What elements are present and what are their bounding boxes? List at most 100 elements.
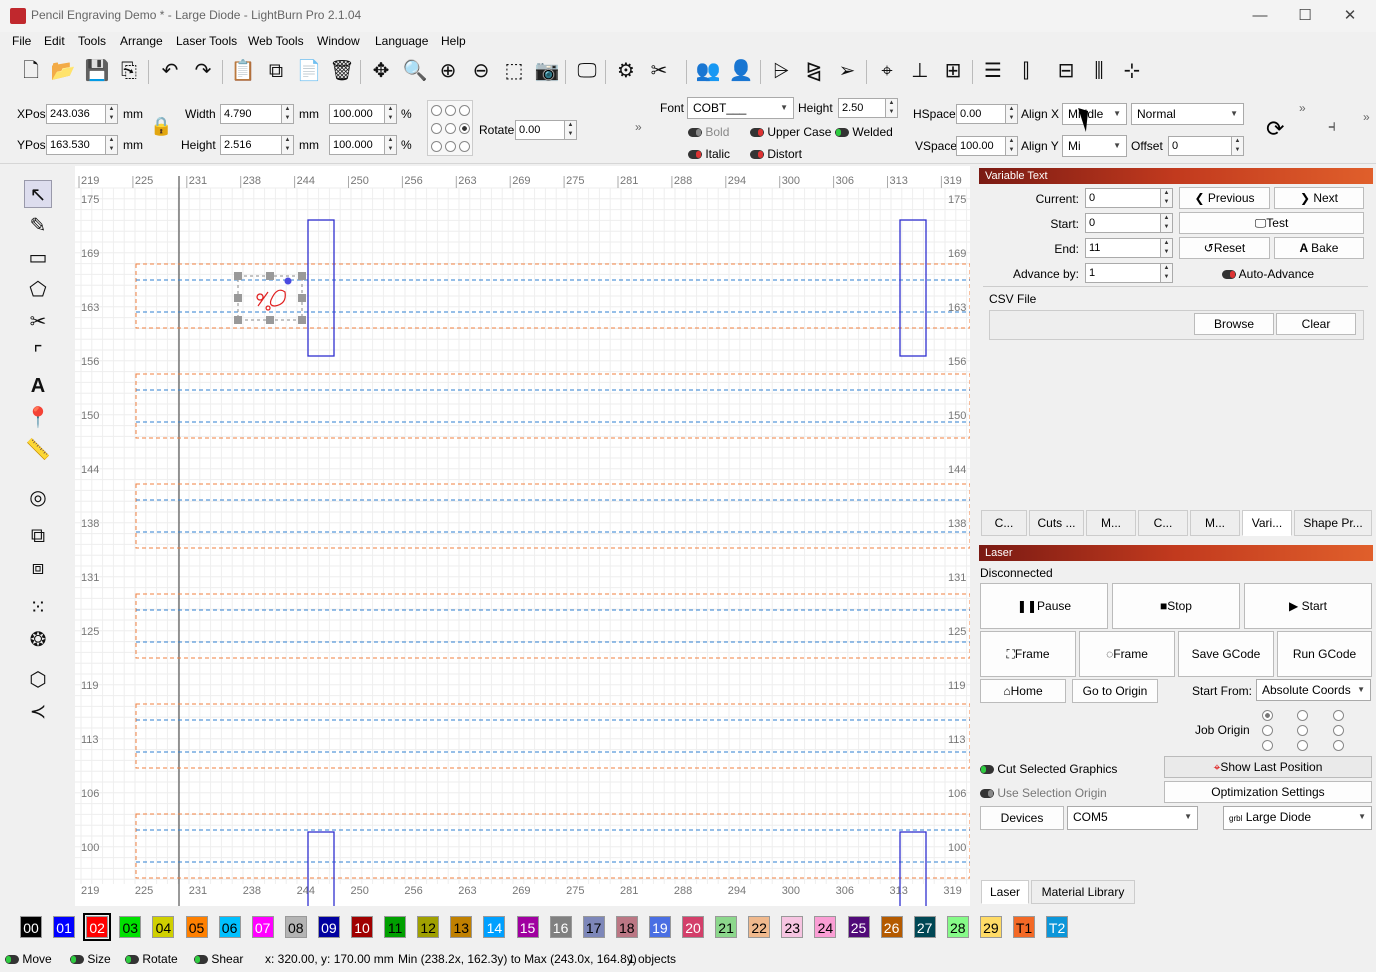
align-v-icon[interactable]: ☰ bbox=[980, 58, 1006, 84]
delete-icon[interactable]: 🗑 bbox=[329, 58, 355, 84]
use-selection-origin-switch[interactable] bbox=[980, 789, 994, 799]
cut-tool-icon[interactable]: ✂ bbox=[24, 308, 52, 336]
tab-laser[interactable]: Laser bbox=[981, 880, 1029, 904]
job-origin-radio[interactable] bbox=[1333, 710, 1344, 721]
italic-switch[interactable] bbox=[688, 150, 702, 160]
rotate-refresh-icon[interactable]: ⟳ bbox=[1266, 116, 1284, 142]
current-input[interactable]: 0 bbox=[1085, 188, 1161, 208]
palette-swatch-12[interactable]: 12 bbox=[417, 916, 440, 938]
advance-spinner[interactable]: ▲ ▼ bbox=[1161, 263, 1173, 283]
current-spinner[interactable]: ▲ ▼ bbox=[1161, 188, 1173, 208]
palette-swatch-18[interactable]: 18 bbox=[615, 916, 638, 938]
size-toggle[interactable]: Size bbox=[70, 952, 111, 966]
menu-tools[interactable]: Tools bbox=[78, 34, 106, 48]
palette-swatch-25[interactable]: 25 bbox=[847, 916, 870, 938]
origin-radio[interactable] bbox=[431, 141, 442, 152]
height-percent-input[interactable]: 100.000 bbox=[329, 135, 385, 155]
go-to-origin-button[interactable]: Go to Origin bbox=[1072, 679, 1158, 703]
menu-laser-tools[interactable]: Laser Tools bbox=[176, 34, 237, 48]
boolean-union-icon[interactable]: ⧉ bbox=[24, 522, 52, 550]
palette-swatch-21[interactable]: 21 bbox=[715, 916, 738, 938]
palette-swatch-T1[interactable]: T1 bbox=[1013, 916, 1035, 938]
palette-swatch-29[interactable]: 29 bbox=[979, 916, 1002, 938]
job-origin-radio-selected[interactable] bbox=[1262, 710, 1273, 721]
tab-console[interactable]: C... bbox=[1138, 510, 1188, 536]
shear-toggle[interactable]: Shear bbox=[194, 952, 243, 966]
height-percent-spinner[interactable]: ▲ ▼ bbox=[385, 135, 397, 155]
tab-cuts-layers[interactable]: C... bbox=[981, 510, 1027, 536]
upper-case-toggle[interactable]: Upper Case bbox=[750, 125, 831, 139]
job-origin-radio[interactable] bbox=[1297, 725, 1308, 736]
align-x-select[interactable]: Middle ▼ bbox=[1062, 103, 1127, 125]
boolean-subtract-icon[interactable]: ⧈ bbox=[24, 554, 52, 582]
bold-toggle[interactable]: Bold bbox=[688, 125, 729, 139]
palette-swatch-03[interactable]: 03 bbox=[119, 916, 142, 938]
start-from-select[interactable]: Absolute Coords ▼ bbox=[1256, 679, 1371, 701]
palette-swatch-07[interactable]: 07 bbox=[251, 916, 274, 938]
next-button[interactable]: ❯ Next bbox=[1274, 187, 1364, 209]
offset-input[interactable]: 0 bbox=[1168, 136, 1232, 156]
browse-button[interactable]: Browse bbox=[1194, 313, 1274, 335]
palette-swatch-02[interactable]: 02 bbox=[83, 913, 112, 941]
end-input[interactable]: 11 bbox=[1085, 238, 1161, 258]
palette-swatch-00[interactable]: 00 bbox=[20, 916, 42, 938]
mirror-icon[interactable]: ⩥ bbox=[768, 58, 794, 84]
pen-tool-icon[interactable]: ✎ bbox=[24, 212, 52, 240]
select-tool-icon[interactable]: ↖ bbox=[24, 180, 52, 208]
optimization-settings-button[interactable]: Optimization Settings bbox=[1164, 781, 1372, 803]
close-button[interactable]: ✕ bbox=[1340, 6, 1360, 26]
target-icon[interactable]: ⌖ bbox=[874, 58, 900, 84]
minimize-button[interactable]: — bbox=[1250, 6, 1270, 26]
job-origin-radio[interactable] bbox=[1297, 740, 1308, 751]
vspace-input[interactable]: 100.00 bbox=[956, 136, 1006, 156]
welded-toggle[interactable]: Welded bbox=[835, 125, 893, 139]
text-height-spinner[interactable]: ▲ ▼ bbox=[886, 98, 898, 118]
undo-icon[interactable]: ↶ bbox=[157, 58, 183, 84]
move-switch[interactable] bbox=[5, 955, 19, 965]
palette-swatch-24[interactable]: 24 bbox=[814, 916, 837, 938]
flip-icon[interactable]: ⧎ bbox=[801, 58, 827, 84]
welded-switch[interactable] bbox=[835, 128, 849, 138]
grid-array-icon[interactable]: ⁙ bbox=[24, 594, 52, 622]
palette-swatch-T2[interactable]: T2 bbox=[1046, 916, 1069, 938]
palette-swatch-06[interactable]: 06 bbox=[218, 916, 241, 938]
xpos-spinner[interactable]: ▲ ▼ bbox=[106, 104, 118, 124]
shear-switch[interactable] bbox=[194, 955, 208, 965]
width-spinner[interactable]: ▲ ▼ bbox=[282, 104, 294, 124]
workspace-canvas[interactable]: 219 219 225 225 231 231 238 238 244 244 250 250 256 2… bbox=[75, 166, 970, 906]
show-last-position-button[interactable]: ⌖Show Last Position bbox=[1164, 756, 1372, 778]
width-percent-input[interactable]: 100.000 bbox=[329, 104, 385, 124]
polygon-tool-icon[interactable]: ⬠ bbox=[24, 276, 52, 304]
test-button[interactable]: 🖵Test bbox=[1179, 212, 1364, 234]
clipboard-icon[interactable]: 📄 bbox=[296, 58, 322, 84]
origin-radio[interactable] bbox=[431, 123, 442, 134]
align-icon[interactable]: ⊥ bbox=[907, 58, 933, 84]
monitor-icon[interactable]: 🖵 bbox=[574, 58, 600, 84]
job-origin-radio[interactable] bbox=[1297, 710, 1308, 721]
start-button[interactable]: ▶ Start bbox=[1244, 583, 1372, 629]
palette-swatch-05[interactable]: 05 bbox=[185, 916, 208, 938]
measure-tool-icon[interactable]: 📏 bbox=[24, 436, 52, 464]
send-icon[interactable]: ➢ bbox=[834, 58, 860, 84]
text-mode-select[interactable]: Normal ▼ bbox=[1131, 103, 1244, 125]
bold-toggle-switch[interactable] bbox=[688, 128, 702, 138]
palette-swatch-23[interactable]: 23 bbox=[781, 916, 804, 938]
menu-language[interactable]: Language bbox=[375, 34, 428, 48]
vspace-spinner[interactable]: ▲ ▼ bbox=[1006, 136, 1018, 156]
use-selection-origin-toggle[interactable]: Use Selection Origin bbox=[980, 786, 1107, 800]
palette-swatch-13[interactable]: 13 bbox=[450, 916, 473, 938]
text-height-input[interactable]: 2.50 bbox=[838, 98, 886, 118]
width-input[interactable]: 4.790 bbox=[220, 104, 282, 124]
offset-spinner[interactable]: ▲ ▼ bbox=[1232, 136, 1244, 156]
rectangle-tool-icon[interactable]: ▭ bbox=[24, 244, 52, 272]
job-origin-radio[interactable] bbox=[1262, 740, 1273, 751]
save-icon[interactable]: 💾 bbox=[84, 58, 110, 84]
tab-variable-text[interactable]: Vari... bbox=[1242, 510, 1292, 536]
height-input[interactable]: 2.516 bbox=[220, 135, 282, 155]
origin-radio[interactable] bbox=[445, 123, 456, 134]
pause-button[interactable]: ❚❚Pause bbox=[980, 583, 1108, 629]
height-spinner[interactable]: ▲ ▼ bbox=[282, 135, 294, 155]
open-icon[interactable]: 📂 bbox=[50, 58, 76, 84]
palette-swatch-01[interactable]: 01 bbox=[53, 916, 76, 938]
origin-radio[interactable] bbox=[459, 141, 470, 152]
